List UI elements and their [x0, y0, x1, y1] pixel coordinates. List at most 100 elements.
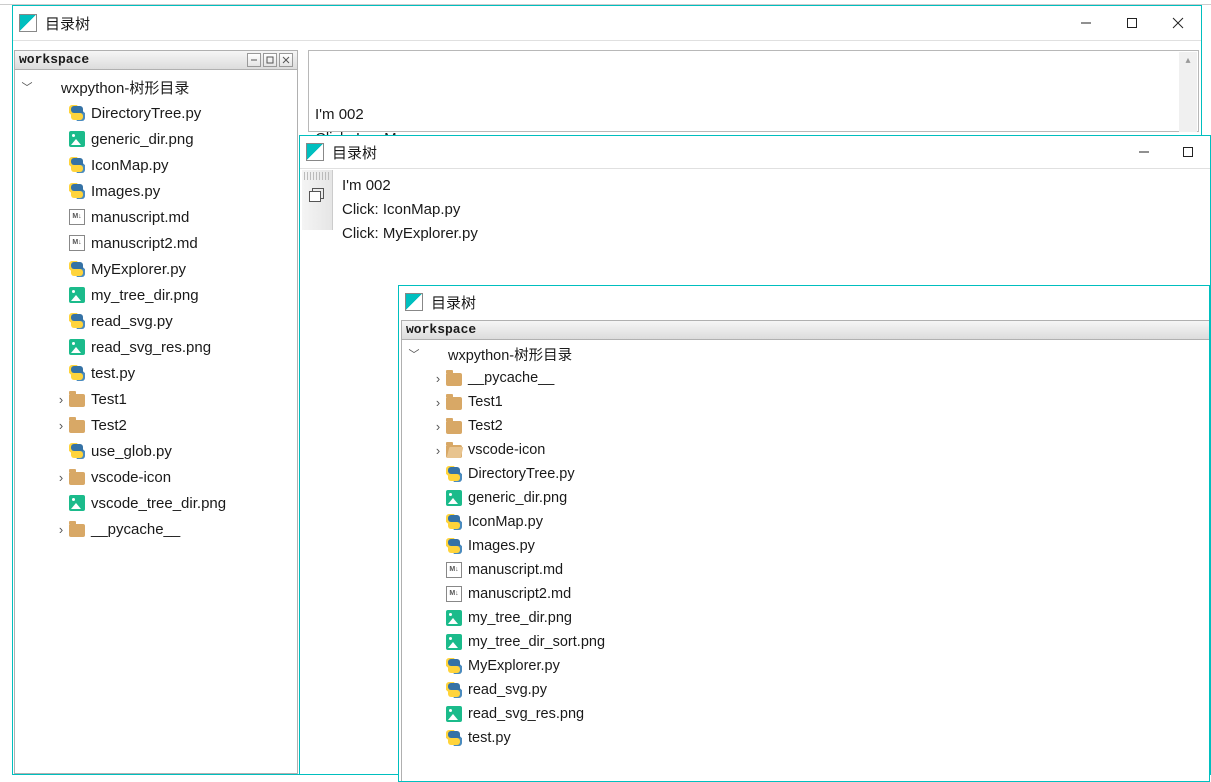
tree-item[interactable]: ·M↓manuscript2.md: [19, 230, 297, 256]
tree-item[interactable]: ·test.py: [19, 360, 297, 386]
tree-item-label: test.py: [91, 365, 135, 382]
tree-root-row[interactable]: ﹀wxpython-树形目录: [406, 342, 1209, 366]
tree-item[interactable]: › __pycache__: [406, 366, 1209, 390]
tree-item-label: IconMap.py: [91, 157, 169, 174]
window-title: 目录树: [431, 292, 476, 313]
expander-placeholder: ·: [53, 496, 69, 511]
chevron-right-icon[interactable]: ›: [53, 522, 69, 537]
chevron-right-icon[interactable]: ›: [430, 419, 446, 434]
maximize-button[interactable]: [1109, 6, 1155, 40]
python-file-icon: [446, 514, 462, 530]
tree-item[interactable]: ›__pycache__: [19, 516, 297, 542]
tree-item[interactable]: ·my_tree_dir_sort.png: [406, 630, 1209, 654]
tree-item[interactable]: ›Test2: [19, 412, 297, 438]
python-file-icon: [69, 157, 85, 173]
aui-toolbar[interactable]: [302, 170, 333, 230]
tree-item[interactable]: ·read_svg.py: [406, 678, 1209, 702]
log-textbox[interactable]: I'm 002 Click: IconMap.py Click: MyExplo…: [336, 170, 1208, 262]
expander-placeholder: ·: [53, 314, 69, 329]
image-file-icon: [446, 490, 462, 506]
image-file-icon: [69, 131, 85, 147]
tree-item[interactable]: ·M↓manuscript2.md: [406, 582, 1209, 606]
minimize-button[interactable]: [1063, 6, 1109, 40]
tree-item[interactable]: ›vscode-icon: [19, 464, 297, 490]
tree-item[interactable]: ·MyExplorer.py: [406, 654, 1209, 678]
window-title: 目录树: [332, 142, 377, 163]
window-controls: [1063, 6, 1201, 40]
workspace-panel-title: workspace: [19, 51, 89, 69]
panel-minimize-button[interactable]: [247, 53, 261, 67]
tree-item[interactable]: ·Images.py: [19, 178, 297, 204]
titlebar[interactable]: 目录树: [300, 136, 1210, 169]
expander-placeholder: ·: [430, 491, 446, 506]
tree-root-row[interactable]: ﹀ wxpython-树形目录: [19, 74, 297, 100]
directory-tree[interactable]: ﹀ wxpython-树形目录·DirectoryTree.py·generic_…: [15, 70, 297, 542]
expander-placeholder: ·: [430, 683, 446, 698]
chevron-down-icon[interactable]: ﹀: [406, 346, 422, 362]
tree-item[interactable]: · vscode_tree_dir.png: [19, 490, 297, 516]
log-scrollbar[interactable]: ▴: [1179, 52, 1197, 132]
tertiary-window: 目录树 workspace ﹀wxpython-树形目录 › __pycache__…: [398, 285, 1210, 782]
toolbar-grip-icon: [304, 172, 330, 180]
tree-item-label: __pycache__: [468, 370, 554, 386]
markdown-file-icon: M↓: [446, 586, 462, 602]
tree-item-label: my_tree_dir.png: [468, 610, 572, 626]
titlebar[interactable]: 目录树: [399, 286, 1209, 318]
maximize-icon: [1126, 17, 1138, 29]
log-textbox[interactable]: I'm 002 Click: IconMap.py Click: MyExplo…: [308, 50, 1199, 132]
image-file-icon: [446, 610, 462, 626]
chevron-right-icon[interactable]: ›: [430, 443, 446, 458]
tree-item[interactable]: ›vscode-icon: [406, 438, 1209, 462]
titlebar[interactable]: 目录树: [13, 6, 1201, 41]
tree-item[interactable]: ›Test2: [406, 414, 1209, 438]
chevron-right-icon[interactable]: ›: [430, 395, 446, 410]
tree-item[interactable]: ·M↓manuscript.md: [406, 558, 1209, 582]
tree-item-label: test.py: [468, 730, 511, 746]
workspace-panel-title: workspace: [406, 321, 476, 339]
tree-item[interactable]: ·Images.py: [406, 534, 1209, 558]
tree-item[interactable]: ·M↓manuscript.md: [19, 204, 297, 230]
chevron-right-icon[interactable]: ›: [53, 418, 69, 433]
panel-maximize-button[interactable]: [263, 53, 277, 67]
expander-placeholder: ·: [53, 210, 69, 225]
tree-item-label: MyExplorer.py: [91, 261, 186, 278]
chevron-right-icon[interactable]: ›: [53, 392, 69, 407]
tree-item[interactable]: ·test.py: [406, 726, 1209, 750]
chevron-right-icon[interactable]: ›: [53, 470, 69, 485]
tree-item-label: Test1: [91, 391, 127, 408]
tree-item[interactable]: ·use_glob.py: [19, 438, 297, 464]
tree-item-label: Test1: [468, 394, 503, 410]
tree-root-label: wxpython-树形目录: [61, 77, 189, 98]
tree-item[interactable]: ·IconMap.py: [19, 152, 297, 178]
tree-item[interactable]: ·IconMap.py: [406, 510, 1209, 534]
tree-item[interactable]: ·DirectoryTree.py: [19, 100, 297, 126]
tree-item[interactable]: ·MyExplorer.py: [19, 256, 297, 282]
tree-item-label: vscode_tree_dir.png: [91, 495, 226, 512]
workspace-panel-header[interactable]: workspace: [15, 51, 297, 70]
tree-item[interactable]: › Test1: [406, 390, 1209, 414]
python-file-icon: [69, 365, 85, 381]
tree-item[interactable]: ·my_tree_dir.png: [406, 606, 1209, 630]
tree-item[interactable]: ·generic_dir.png: [406, 486, 1209, 510]
close-button[interactable]: [1155, 6, 1201, 40]
workspace-panel-header[interactable]: workspace: [402, 321, 1209, 340]
tree-item[interactable]: ·read_svg.py: [19, 308, 297, 334]
tree-item[interactable]: ·read_svg_res.png: [19, 334, 297, 360]
tree-item[interactable]: ·read_svg_res.png: [406, 702, 1209, 726]
tree-item[interactable]: ·my_tree_dir.png: [19, 282, 297, 308]
tree-item[interactable]: ·DirectoryTree.py: [406, 462, 1209, 486]
folder-open-icon: [446, 445, 462, 458]
panel-close-button[interactable]: [279, 53, 293, 67]
tree-item-label: Images.py: [468, 538, 535, 554]
maximize-button[interactable]: [1166, 136, 1210, 168]
restore-panes-icon[interactable]: [309, 188, 325, 202]
expander-placeholder: ·: [430, 659, 446, 674]
chevron-right-icon[interactable]: ›: [430, 371, 446, 386]
minimize-icon: [1080, 17, 1092, 29]
directory-tree[interactable]: ﹀wxpython-树形目录 › __pycache__ › Test1 ›Test2›v…: [402, 340, 1209, 750]
chevron-down-icon[interactable]: ﹀: [19, 79, 35, 95]
tree-item[interactable]: ·generic_dir.png: [19, 126, 297, 152]
tree-item[interactable]: › Test1: [19, 386, 297, 412]
python-file-icon: [446, 538, 462, 554]
minimize-button[interactable]: [1122, 136, 1166, 168]
